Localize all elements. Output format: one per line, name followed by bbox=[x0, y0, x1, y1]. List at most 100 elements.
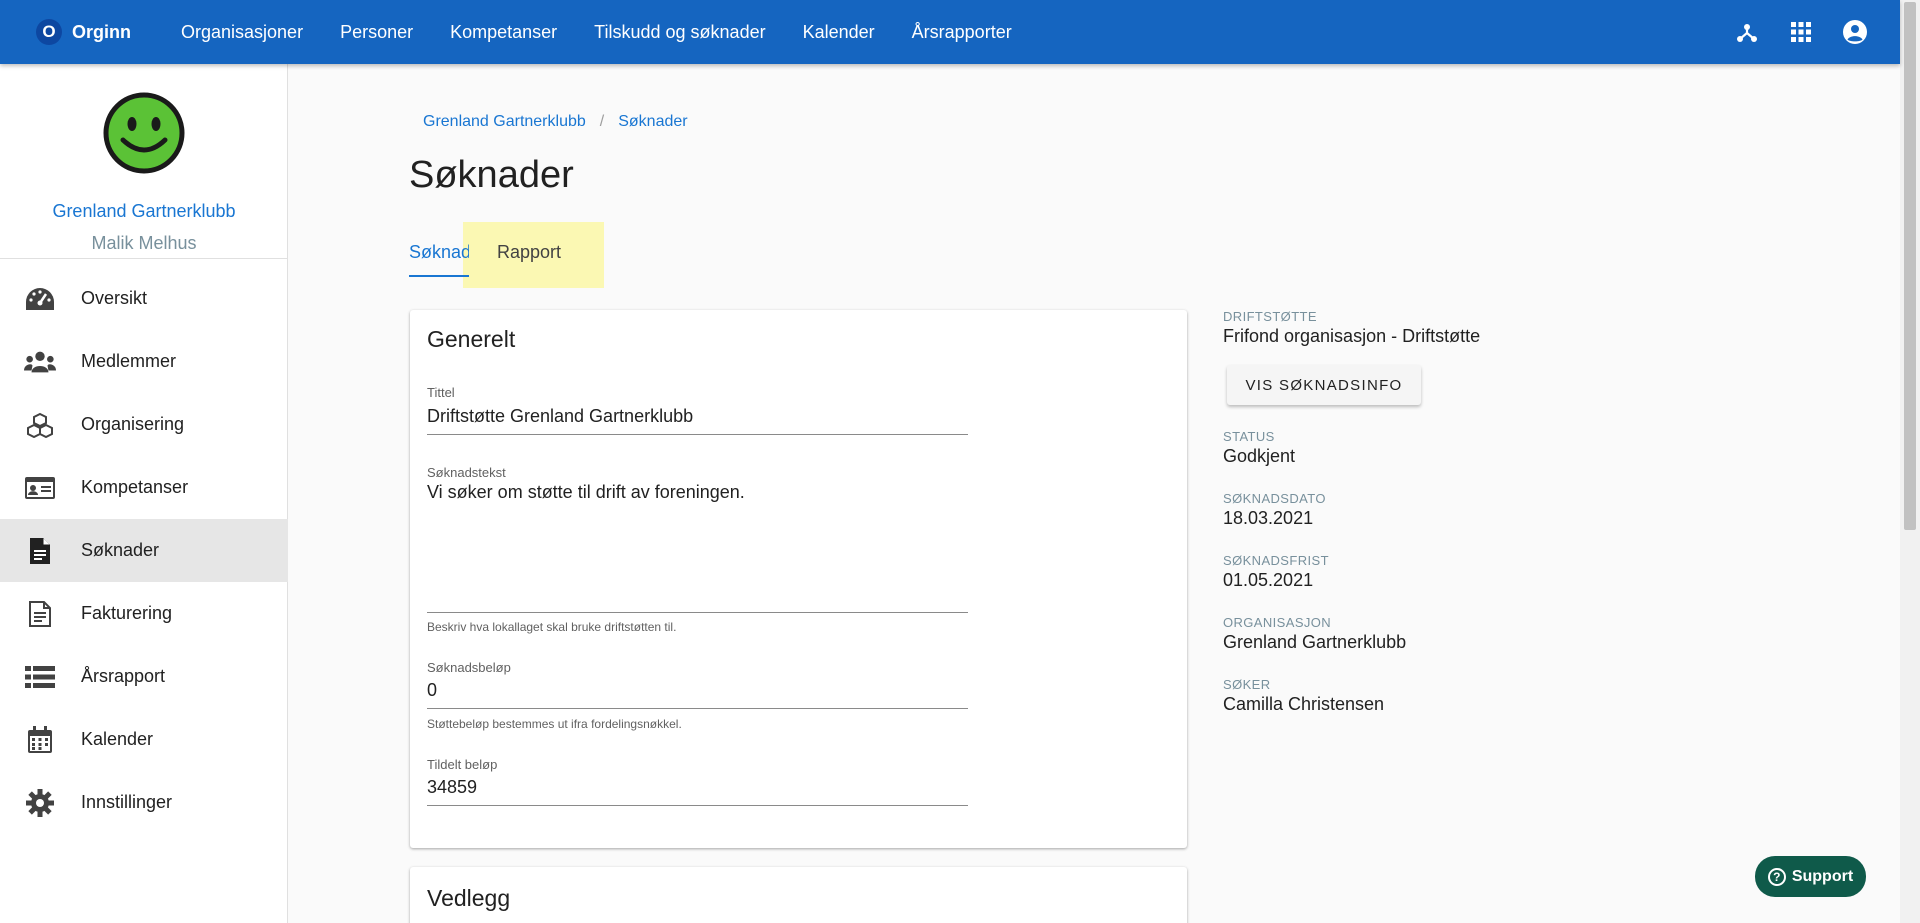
invoice-icon bbox=[24, 598, 56, 630]
tittel-field[interactable]: Driftstøtte Grenland Gartnerklubb bbox=[427, 406, 693, 427]
info-label: Organisasjon bbox=[1223, 615, 1332, 630]
soknadstekst-textarea[interactable]: Vi søker om støtte til drift av forening… bbox=[427, 482, 968, 592]
sidebar-item-oversikt[interactable]: Oversikt bbox=[0, 267, 288, 330]
apps-grid-icon[interactable] bbox=[1786, 17, 1816, 47]
info-label: Søknadsfrist bbox=[1223, 553, 1329, 568]
tab-soknad[interactable]: Søknad bbox=[409, 242, 469, 263]
support-label: Support bbox=[1791, 867, 1854, 885]
vertical-scrollbar[interactable] bbox=[1900, 0, 1920, 923]
tabs: Søknad Rapport bbox=[409, 222, 609, 288]
general-card: Generelt Tittel Driftstøtte Grenland Gar… bbox=[410, 310, 1187, 848]
sidebar-item-soknader[interactable]: Søknader bbox=[0, 519, 288, 582]
nav-organisasjoner[interactable]: Organisasjoner bbox=[181, 22, 303, 43]
gauge-icon bbox=[24, 283, 56, 315]
sidebar-item-label: Innstillinger bbox=[81, 792, 173, 812]
brand[interactable]: O Orginn bbox=[36, 19, 181, 45]
sidebar-item-organisering[interactable]: Organisering bbox=[0, 393, 288, 456]
tildelt-belop-field[interactable]: 34859 bbox=[427, 777, 477, 798]
hierarchy-icon[interactable] bbox=[1732, 17, 1762, 47]
calendar-icon bbox=[24, 724, 56, 756]
sidebar-divider bbox=[0, 258, 288, 259]
account-circle-icon[interactable] bbox=[1840, 17, 1870, 47]
sidebar-item-label: Medlemmer bbox=[81, 351, 177, 371]
document-icon bbox=[24, 535, 56, 567]
gear-icon bbox=[24, 787, 56, 819]
breadcrumb-separator: / bbox=[599, 113, 605, 130]
sidebar-item-label: Oversikt bbox=[81, 288, 148, 308]
tittel-underline bbox=[427, 434, 968, 435]
status-value: Godkjent bbox=[1223, 446, 1296, 466]
breadcrumb-item-organization[interactable]: Grenland Gartnerklubb bbox=[423, 113, 586, 131]
card-title: Generelt bbox=[427, 326, 516, 352]
tildelt-belop-underline bbox=[427, 805, 968, 806]
top-app-bar: O Orginn Organisasjoner Personer Kompeta… bbox=[0, 0, 1900, 64]
soknadsbelop-underline bbox=[427, 708, 968, 709]
nav-tilskudd-og-soknader[interactable]: Tilskudd og søknader bbox=[594, 22, 765, 43]
top-icons bbox=[1708, 0, 1870, 64]
page-title: Søknader bbox=[409, 154, 574, 196]
sidebar-item-label: Organisering bbox=[81, 414, 185, 434]
soknadsbelop-field[interactable]: 0 bbox=[427, 680, 437, 701]
soknadstekst-hint: Beskriv hva lokallaget skal bruke drifts… bbox=[427, 620, 677, 634]
tittel-label: Tittel bbox=[427, 385, 455, 400]
info-soker: Søker Camilla Christensen bbox=[1223, 677, 1384, 715]
vis-soknadsinfo-button[interactable]: VIS SØKNADSINFO bbox=[1227, 365, 1421, 405]
info-soknadsdato: Søknadsdato 18.03.2021 bbox=[1223, 491, 1326, 529]
tab-rapport[interactable]: Rapport bbox=[497, 242, 561, 263]
sidebar-user-name: Malik Melhus bbox=[91, 233, 197, 253]
breadcrumb-item-current[interactable]: Søknader bbox=[618, 113, 687, 131]
brand-logo: O bbox=[36, 19, 62, 45]
breadcrumb: Grenland Gartnerklubb / Søknader bbox=[423, 113, 688, 131]
brand-name: Orginn bbox=[72, 21, 131, 42]
sidebar-item-fakturering[interactable]: Fakturering bbox=[0, 582, 288, 645]
boxes-icon bbox=[24, 409, 56, 441]
info-value: 01.05.2021 bbox=[1223, 570, 1314, 590]
sidebar-menu: Oversikt Medlemmer Organisering Kompetan… bbox=[0, 267, 288, 834]
scrollbar-thumb[interactable] bbox=[1904, 2, 1916, 530]
soknadsbelop-label: Søknadsbeløp bbox=[427, 660, 511, 675]
info-value: Camilla Christensen bbox=[1223, 694, 1385, 714]
nav-arsrapporter[interactable]: Årsrapporter bbox=[912, 22, 1012, 43]
top-nav: Organisasjoner Personer Kompetanser Tils… bbox=[181, 22, 1049, 43]
info-label: Driftstøtte bbox=[1223, 309, 1317, 324]
sidebar-item-kalender[interactable]: Kalender bbox=[0, 708, 288, 771]
info-value: 18.03.2021 bbox=[1223, 508, 1314, 528]
sidebar-item-label: Årsrapport bbox=[81, 666, 166, 686]
support-button[interactable]: ? Support bbox=[1755, 856, 1866, 897]
info-driftstotte: Driftstøtte Frifond organisasjon - Drift… bbox=[1223, 309, 1480, 347]
sidebar-org-name[interactable]: Grenland Gartnerklubb bbox=[0, 201, 288, 222]
info-value: Frifond organisasjon - Driftstøtte bbox=[1223, 326, 1481, 346]
avatar bbox=[103, 92, 185, 174]
sidebar-item-kompetanser[interactable]: Kompetanser bbox=[0, 456, 288, 519]
nav-kalender[interactable]: Kalender bbox=[803, 22, 875, 43]
sidebar-item-label: Kompetanser bbox=[81, 477, 189, 497]
help-icon: ? bbox=[1767, 867, 1786, 886]
info-label: Status bbox=[1223, 429, 1275, 444]
info-value: Grenland Gartnerklubb bbox=[1223, 632, 1407, 652]
info-soknadsfrist: Søknadsfrist 01.05.2021 bbox=[1223, 553, 1329, 591]
tab-active-indicator bbox=[409, 275, 469, 277]
tildelt-belop-label: Tildelt beløp bbox=[427, 757, 498, 772]
soknadstekst-underline bbox=[427, 612, 968, 613]
info-status: Status Godkjent bbox=[1223, 429, 1295, 467]
sidebar-item-innstillinger[interactable]: Innstillinger bbox=[0, 771, 288, 834]
vedlegg-card: Vedlegg bbox=[410, 867, 1187, 923]
info-organisasjon: Organisasjon Grenland Gartnerklubb bbox=[1223, 615, 1406, 653]
sidebar: Grenland Gartnerklubb Malik Melhus Overs… bbox=[0, 64, 288, 923]
smiley-icon bbox=[103, 92, 185, 174]
id-card-icon bbox=[24, 472, 56, 504]
card-title: Vedlegg bbox=[427, 885, 511, 911]
info-label: Søknadsdato bbox=[1223, 491, 1326, 506]
soknadsbelop-hint: Støttebeløp bestemmes ut ifra fordelings… bbox=[427, 717, 682, 731]
sidebar-item-medlemmer[interactable]: Medlemmer bbox=[0, 330, 288, 393]
list-icon bbox=[24, 661, 56, 693]
info-label: Søker bbox=[1223, 677, 1271, 692]
sidebar-item-label: Søknader bbox=[81, 540, 160, 560]
sidebar-item-label: Kalender bbox=[81, 729, 154, 749]
sidebar-item-arsrapport[interactable]: Årsrapport bbox=[0, 645, 288, 708]
people-icon bbox=[24, 346, 56, 378]
soknadstekst-label: Søknadstekst bbox=[427, 465, 506, 480]
sidebar-item-label: Fakturering bbox=[81, 603, 173, 623]
nav-kompetanser[interactable]: Kompetanser bbox=[450, 22, 557, 43]
nav-personer[interactable]: Personer bbox=[340, 22, 413, 43]
